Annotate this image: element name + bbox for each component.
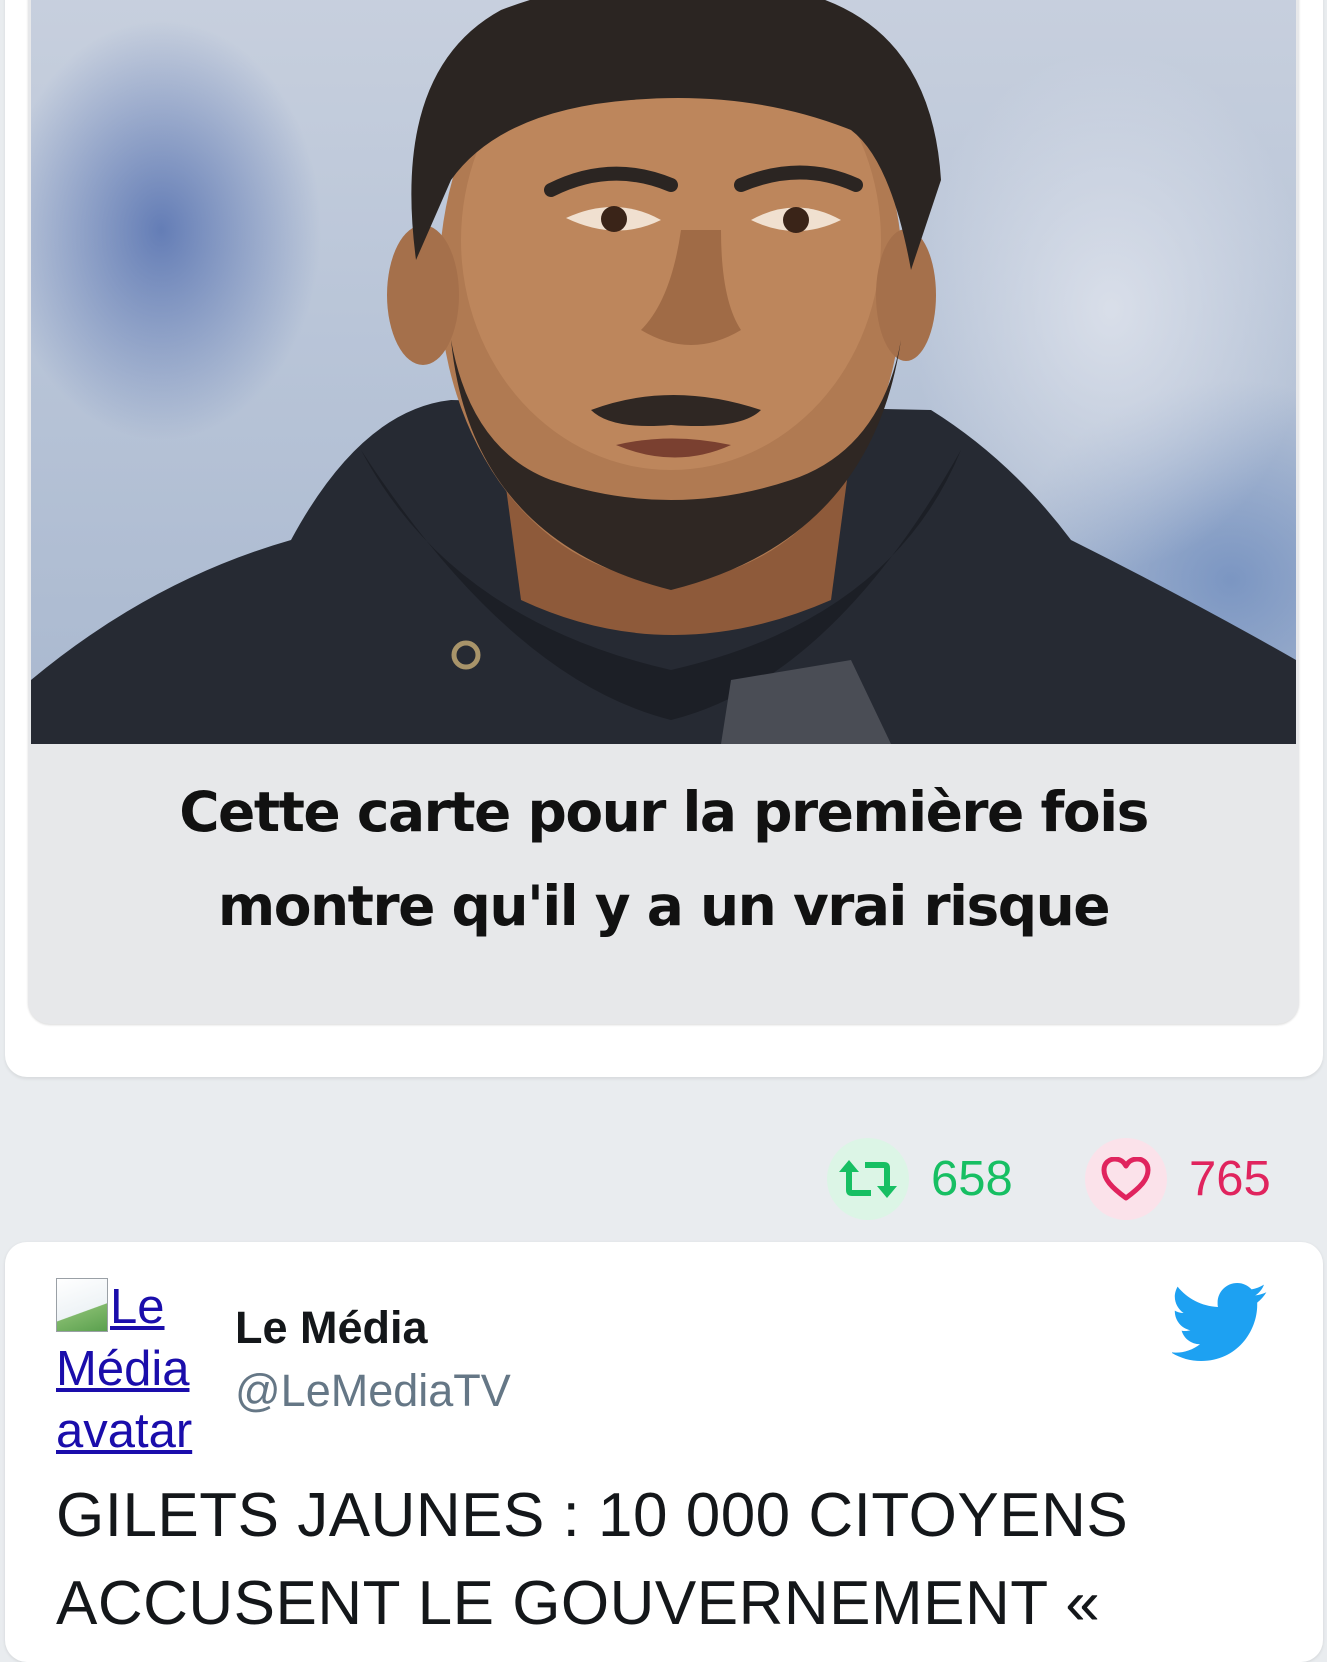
caption-line-1: Cette carte pour la première fois [179, 780, 1149, 844]
embedded-media-card[interactable]: Cette carte pour la première fois montre… [28, 0, 1299, 1024]
caption-line-2: montre qu'il y a un vrai risque [217, 874, 1111, 938]
author-handle[interactable]: @LeMediaTV [235, 1365, 511, 1417]
tweet-text: GILETS JAUNES : 10 000 CITOYENS ACCUSENT… [56, 1481, 1129, 1638]
person-photo [31, 0, 1296, 744]
card-caption: Cette carte pour la première fois montre… [28, 765, 1299, 953]
like-stat[interactable]: 765 [1085, 1138, 1271, 1220]
twitter-bird-icon[interactable] [1170, 1283, 1268, 1366]
avatar[interactable]: Le Média avatar [56, 1276, 216, 1462]
retweet-icon[interactable] [827, 1138, 909, 1220]
retweet-count: 658 [931, 1152, 1013, 1206]
retweet-stat[interactable]: 658 [827, 1138, 1013, 1220]
heart-icon[interactable] [1085, 1138, 1167, 1220]
like-count: 765 [1189, 1152, 1271, 1206]
broken-image-icon [56, 1278, 108, 1332]
author-name[interactable]: Le Média [235, 1302, 428, 1354]
